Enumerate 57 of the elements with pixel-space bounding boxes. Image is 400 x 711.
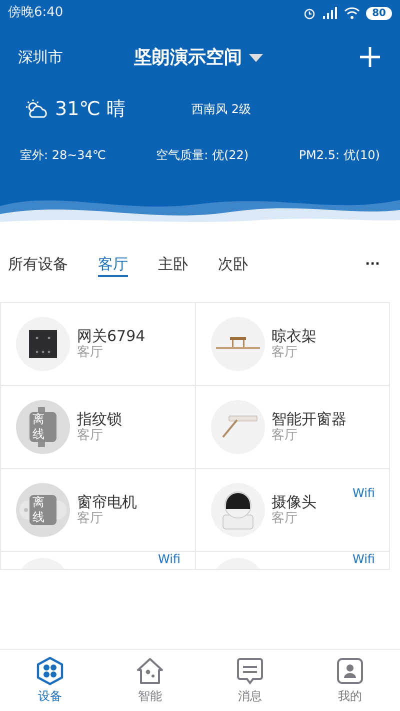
drying-rack-icon <box>214 336 260 352</box>
nav-tab[interactable]: 设备 <box>0 650 100 711</box>
wind-label: 西南风 2级 <box>192 101 252 118</box>
nav-tab[interactable]: 消息 <box>200 650 300 711</box>
camera-icon <box>220 489 256 531</box>
device-card[interactable]: 离线 窗帘电机 客厅 <box>1 469 196 552</box>
device-card[interactable]: 离线 指纹锁 客厅 <box>1 386 196 469</box>
partly-cloudy-icon <box>25 99 49 119</box>
device-card[interactable]: Wifi <box>196 552 390 570</box>
add-icon <box>359 46 381 68</box>
switch-panel-icon <box>28 329 58 359</box>
device-name: 晾衣架 <box>272 326 316 345</box>
dropdown-caret-icon <box>248 52 264 62</box>
device-card[interactable]: 摄像头 客厅 Wifi <box>196 469 390 552</box>
device-room: 客厅 <box>272 428 298 444</box>
nav-tab[interactable]: 智能 <box>100 650 200 711</box>
device-name: 网关6794 <box>77 326 146 345</box>
wifi-label: Wifi <box>352 553 375 565</box>
device-room: 客厅 <box>77 345 104 362</box>
wifi-label: Wifi <box>352 487 375 499</box>
outdoor-temperature: 室外: 28~34℃ <box>20 147 106 164</box>
device-name: 窗帘电机 <box>77 492 137 511</box>
nav-tab[interactable]: 我的 <box>300 650 400 711</box>
add-button[interactable] <box>358 45 382 69</box>
message-icon <box>235 656 265 686</box>
device-name: 智能开窗器 <box>272 410 346 428</box>
user-icon <box>335 656 365 686</box>
device-card[interactable]: 网关6794 客厅 <box>1 303 196 386</box>
device-name: 摄像头 <box>272 492 316 511</box>
room-tab[interactable]: 所有设备 <box>8 253 68 277</box>
house-icon <box>135 656 165 686</box>
wifi-label: Wifi <box>158 553 180 565</box>
device-room: 客厅 <box>272 345 298 362</box>
device-card[interactable]: 晾衣架 客厅 <box>196 303 390 386</box>
offline-label: 离线 <box>30 495 56 525</box>
air-quality: 空气质量: 优(22) <box>156 147 249 164</box>
pm25-reading: PM2.5: 优(10) <box>298 147 380 164</box>
device-card[interactable]: Wifi <box>1 552 196 570</box>
room-tab[interactable]: 客厅 <box>98 253 128 277</box>
device-room: 客厅 <box>77 428 104 444</box>
space-selector[interactable]: 坚朗演示空间 <box>134 44 264 71</box>
device-room: 客厅 <box>77 511 104 528</box>
city-label: 深圳市 <box>18 46 63 68</box>
more-button[interactable]: ··· <box>365 255 380 275</box>
wifi-icon <box>344 7 360 19</box>
device-name: 指纹锁 <box>77 410 122 428</box>
hexagon-grid-icon <box>35 656 65 686</box>
alarm-icon <box>303 6 316 20</box>
offline-label: 离线 <box>30 412 56 442</box>
status-time: 傍晚6:40 <box>8 4 64 22</box>
device-room: 客厅 <box>272 511 298 528</box>
room-tab[interactable]: 次卧 <box>218 253 248 277</box>
signal-icon <box>322 7 338 19</box>
room-tab[interactable]: 主卧 <box>158 253 188 277</box>
device-card[interactable]: 智能开窗器 客厅 <box>196 386 390 469</box>
battery-indicator: 80 <box>366 6 392 20</box>
temperature-label: 31℃ 晴 <box>55 96 126 122</box>
